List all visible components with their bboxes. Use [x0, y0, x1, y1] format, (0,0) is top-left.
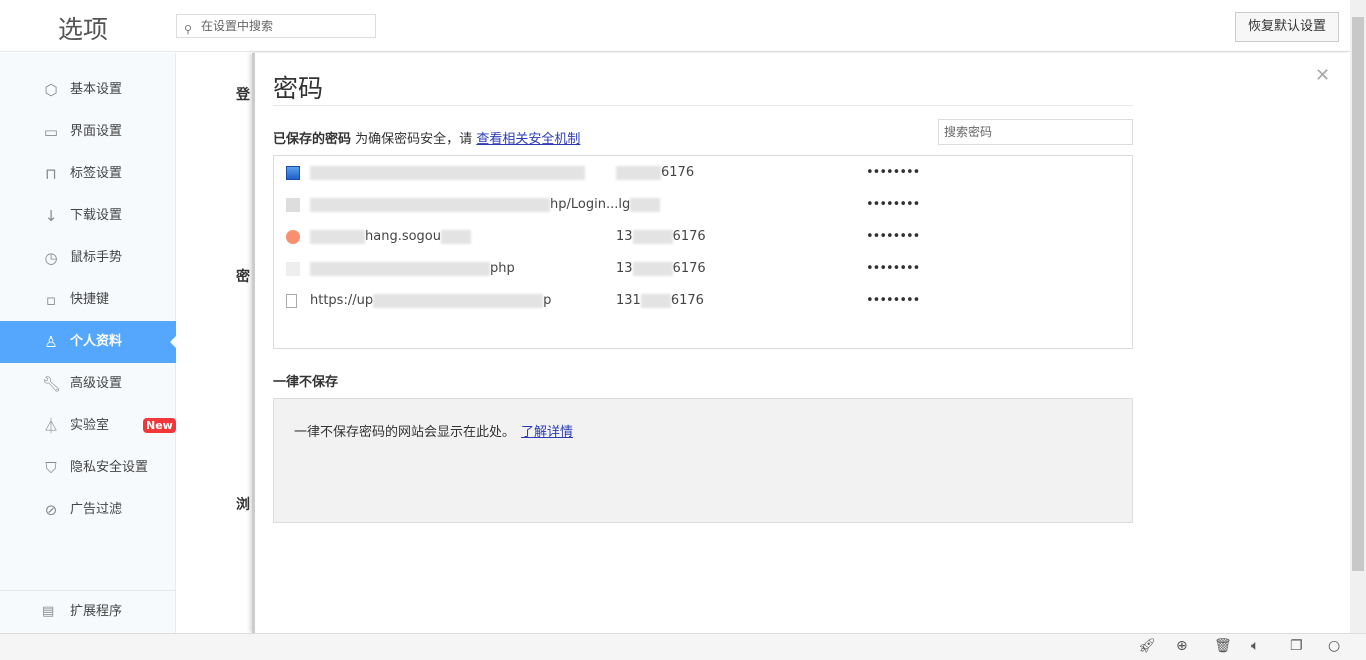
- sidebar-item-adblock[interactable]: ⊘ 广告过滤: [0, 489, 176, 531]
- sidebar-item-interface[interactable]: ▭ 界面设置: [0, 111, 176, 153]
- flask-icon: ⏃: [43, 417, 59, 435]
- search-icon[interactable]: ○: [1328, 638, 1340, 654]
- blank-favicon-icon: [286, 198, 300, 212]
- username: 13: [616, 229, 633, 244]
- password: ••••••••: [866, 261, 920, 276]
- sidebar-item-extensions[interactable]: ▤ 扩展程序: [0, 590, 176, 632]
- speed-icon[interactable]: ⊕: [1176, 638, 1188, 654]
- rocket-icon[interactable]: 🚀︎: [1138, 638, 1156, 654]
- learn-more-link[interactable]: 了解详情: [521, 425, 573, 440]
- window-icon: ▭: [43, 123, 59, 141]
- background-heading: 密: [236, 269, 250, 285]
- site: hp/Login...lg: [550, 197, 631, 212]
- password: ••••••••: [866, 197, 920, 212]
- search-icon: ⚲: [184, 23, 193, 36]
- header: 选项 ⚲ 在设置中搜索 恢复默认设置: [0, 0, 1350, 52]
- download-icon: ↓: [44, 207, 58, 225]
- password-search-input[interactable]: 搜索密码: [938, 119, 1133, 145]
- scrollbar-thumb[interactable]: [1352, 17, 1364, 571]
- password-dialog: 密码 ✕ 已保存的密码 为确保密码安全，请 查看相关安全机制 搜索密码 6176…: [252, 53, 1350, 633]
- list-item[interactable]: php 13 6176 ••••••••: [274, 253, 1132, 285]
- page-icon: [286, 294, 297, 308]
- restore-defaults-button[interactable]: 恢复默认设置: [1235, 12, 1339, 42]
- blank-favicon-icon: [286, 262, 300, 276]
- sidebar-item-profile[interactable]: ♙ 个人资料: [0, 321, 176, 363]
- site: php: [490, 261, 515, 276]
- list-item[interactable]: 6176 ••••••••: [274, 157, 1132, 189]
- dialog-title: 密码: [273, 74, 324, 103]
- shield-icon: ⛉: [45, 459, 57, 477]
- never-save-title: 一律不保存: [273, 375, 339, 390]
- window-icon[interactable]: ❐: [1290, 638, 1303, 654]
- password-list: 6176 •••••••• hp/Login...lg •••••••• han…: [273, 155, 1133, 349]
- user-icon: ♙: [44, 333, 58, 351]
- close-icon[interactable]: ✕: [1315, 65, 1330, 86]
- wrench-icon: 🔧︎: [42, 375, 62, 393]
- hexagon-gear-icon: ⬡: [44, 81, 58, 99]
- never-save-list: 一律不保存密码的网站会显示在此处。 了解详情: [273, 398, 1133, 523]
- sidebar-item-tabs[interactable]: ⊓ 标签设置: [0, 153, 176, 195]
- background-heading: 浏: [236, 497, 250, 513]
- security-mechanism-link[interactable]: 查看相关安全机制: [476, 132, 580, 147]
- sidebar-item-lab[interactable]: ⏃ 实验室 New: [0, 405, 176, 447]
- background-heading: 登: [236, 87, 250, 103]
- list-item[interactable]: https://up p 131 6176 ••••••••: [274, 285, 1132, 317]
- list-item[interactable]: hang.sogou 13 6176 ••••••••: [274, 221, 1132, 253]
- new-badge: New: [143, 418, 176, 433]
- tab-icon: ⊓: [45, 165, 57, 183]
- settings-search-input[interactable]: ⚲ 在设置中搜索: [176, 14, 376, 38]
- username: 6176: [661, 165, 695, 180]
- chart-favicon-icon: [286, 166, 300, 180]
- scrollbar[interactable]: [1350, 0, 1366, 633]
- password: ••••••••: [866, 165, 920, 180]
- sidebar-item-advanced[interactable]: 🔧︎ 高级设置: [0, 363, 176, 405]
- site: https://up: [310, 293, 374, 308]
- list-item[interactable]: hp/Login...lg ••••••••: [274, 189, 1132, 221]
- sidebar-item-shortcuts[interactable]: ▫ 快捷键: [0, 279, 176, 321]
- block-icon: ⊘: [44, 501, 58, 519]
- page-title: 选项: [58, 15, 109, 44]
- username: 131: [616, 293, 641, 308]
- sidebar-item-mouse-gestures[interactable]: ◷ 鼠标手势: [0, 237, 176, 279]
- sidebar-item-privacy[interactable]: ⛉ 隐私安全设置: [0, 447, 176, 489]
- volume-icon[interactable]: 🔈︎: [1251, 638, 1259, 654]
- status-bar: 🚀︎ ⊕ 🗑︎ 🔈︎ ❐ ○: [0, 633, 1366, 660]
- divider: [273, 105, 1133, 106]
- password: ••••••••: [866, 293, 920, 308]
- sidebar: ⬡ 基本设置 ▭ 界面设置 ⊓ 标签设置 ↓ 下载设置 ◷ 鼠标手势 ▫ 快捷键 ♙ 个人资料…: [0, 53, 176, 633]
- username: 13: [616, 261, 633, 276]
- keyboard-icon: ▫: [45, 291, 57, 309]
- sidebar-item-basic[interactable]: ⬡ 基本设置: [0, 69, 176, 111]
- extensions-icon: ▤: [42, 604, 55, 619]
- sogou-favicon-icon: [286, 230, 300, 244]
- password: ••••••••: [866, 229, 920, 244]
- site: hang.sogou: [365, 229, 442, 244]
- mouse-icon: ◷: [44, 249, 58, 267]
- trash-icon[interactable]: 🗑︎: [1214, 638, 1232, 654]
- saved-passwords-label: 已保存的密码 为确保密码安全，请 查看相关安全机制: [273, 132, 581, 147]
- sidebar-item-download[interactable]: ↓ 下载设置: [0, 195, 176, 237]
